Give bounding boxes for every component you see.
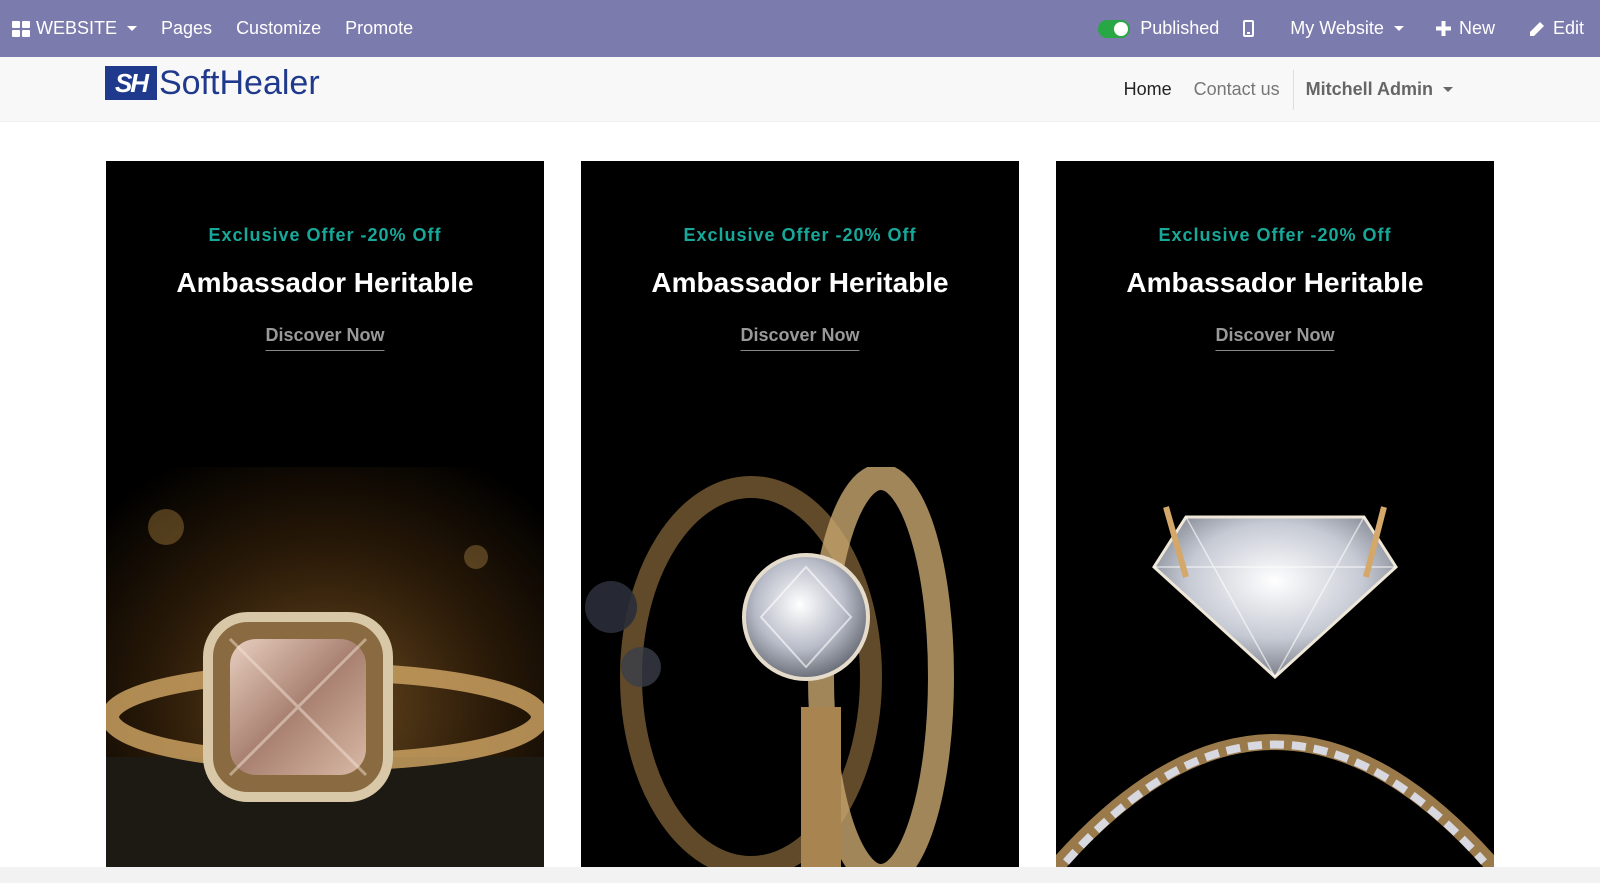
offer-text: Exclusive Offer -20% Off: [208, 225, 442, 245]
mobile-preview-button[interactable]: [1243, 20, 1255, 37]
logo-mark: SH: [105, 66, 157, 100]
offer-cards: Exclusive Offer -20% Off Ambassador Heri…: [106, 161, 1494, 867]
site-logo[interactable]: SH SoftHealer: [105, 63, 320, 102]
site-header: SH SoftHealer Home Contact us Mitchell A…: [0, 57, 1600, 122]
card-title: Ambassador Heritable: [651, 267, 949, 298]
apps-grid-icon: [12, 20, 30, 37]
discover-now-link[interactable]: Discover Now: [265, 325, 385, 351]
toggle-on-icon: [1098, 19, 1131, 38]
mobile-icon: [1243, 20, 1255, 37]
published-toggle[interactable]: Published: [1098, 18, 1219, 39]
website-switcher-label: My Website: [1290, 18, 1384, 38]
chevron-down-icon: [1393, 26, 1404, 31]
website-switcher[interactable]: My Website: [1290, 18, 1404, 39]
nav-contact-us[interactable]: Contact us: [1183, 79, 1291, 100]
ring-image: [581, 467, 1019, 867]
ring-image: [1056, 467, 1494, 867]
admin-bar-left: WEBSITE Pages Customize Promote: [0, 0, 413, 57]
chevron-down-icon: [127, 26, 138, 31]
logo-text: SoftHealer: [159, 63, 320, 102]
plus-icon: [1435, 21, 1451, 36]
edit-label: Edit: [1552, 18, 1584, 38]
page-bottom-strip: [0, 867, 1600, 883]
offer-card: Exclusive Offer -20% Off Ambassador Heri…: [106, 161, 544, 867]
card-title: Ambassador Heritable: [176, 267, 474, 298]
website-app-label: WEBSITE: [36, 18, 118, 38]
offer-text: Exclusive Offer -20% Off: [683, 225, 917, 245]
user-name: Mitchell Admin: [1305, 79, 1433, 99]
ring-image: [106, 467, 544, 867]
menu-customize[interactable]: Customize: [236, 18, 321, 39]
admin-bar: WEBSITE Pages Customize Promote Publishe…: [0, 0, 1600, 57]
site-nav: Home Contact us Mitchell Admin: [1113, 57, 1465, 122]
menu-pages[interactable]: Pages: [161, 18, 212, 39]
admin-bar-right: Published My Website New Edit: [1098, 0, 1600, 57]
edit-button[interactable]: Edit: [1529, 18, 1584, 39]
user-menu[interactable]: Mitchell Admin: [1294, 79, 1465, 100]
offer-card: Exclusive Offer -20% Off Ambassador Heri…: [1056, 161, 1494, 867]
menu-promote[interactable]: Promote: [345, 18, 413, 39]
nav-home[interactable]: Home: [1113, 79, 1183, 100]
offer-text: Exclusive Offer -20% Off: [1158, 225, 1392, 245]
new-label: New: [1458, 18, 1495, 38]
discover-now-link[interactable]: Discover Now: [740, 325, 860, 351]
new-button[interactable]: New: [1435, 18, 1495, 39]
pencil-icon: [1529, 21, 1544, 36]
published-label: Published: [1140, 18, 1220, 38]
website-app-menu[interactable]: WEBSITE: [12, 18, 138, 39]
card-title: Ambassador Heritable: [1126, 267, 1424, 298]
offer-card: Exclusive Offer -20% Off Ambassador Heri…: [581, 161, 1019, 867]
discover-now-link[interactable]: Discover Now: [1215, 325, 1335, 351]
chevron-down-icon: [1443, 87, 1453, 92]
